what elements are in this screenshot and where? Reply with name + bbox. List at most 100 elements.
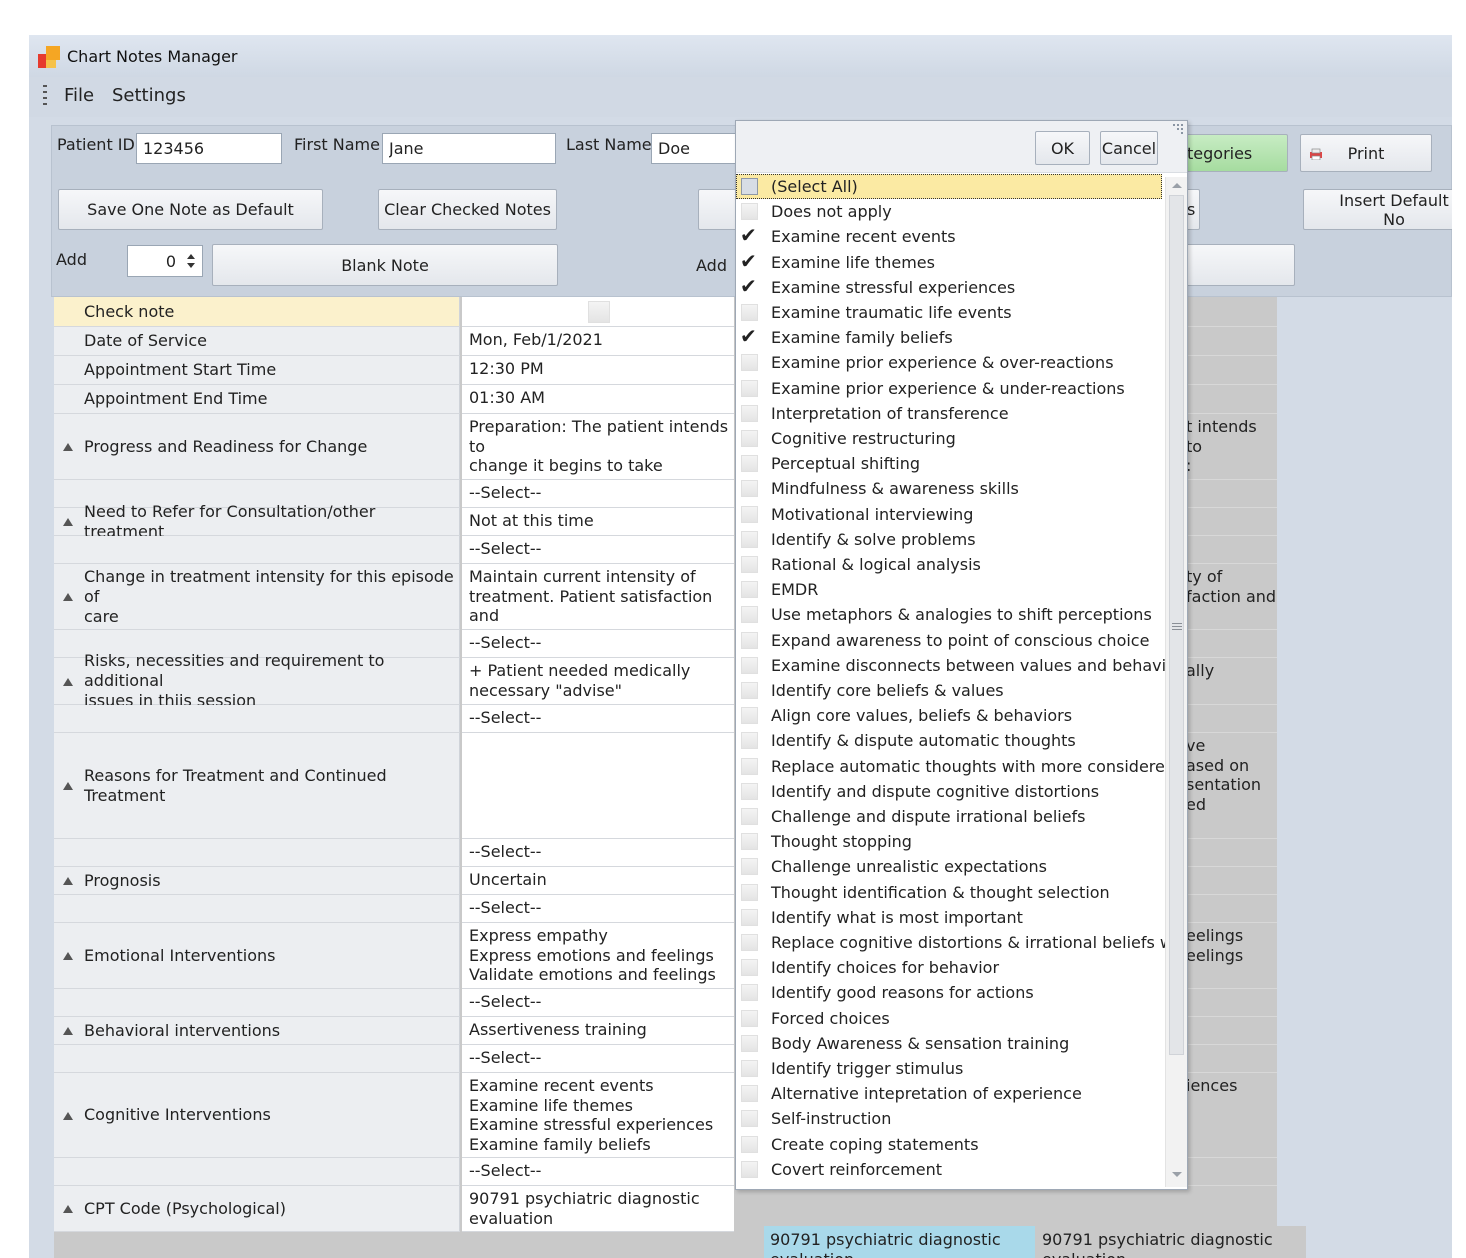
option-checkbox[interactable] [741, 782, 758, 800]
stepper-arrows-icon[interactable] [186, 251, 196, 271]
option-checkbox[interactable] [741, 203, 758, 221]
expand-triangle-icon[interactable] [63, 952, 73, 960]
checkmark-icon[interactable]: ✔ [740, 326, 757, 346]
option-item[interactable]: Thought identification & thought selecti… [736, 880, 1162, 905]
row-value-cell[interactable]: --Select-- [462, 839, 734, 867]
option-checkbox[interactable] [741, 908, 758, 926]
option-checkbox[interactable] [741, 1034, 758, 1052]
save-default-note-button[interactable]: Save One Note as Default [58, 189, 323, 230]
row-value-cell[interactable] [462, 297, 734, 327]
option-item[interactable]: Challenge and dispute irrational beliefs [736, 804, 1162, 829]
option-checkbox[interactable] [741, 808, 758, 825]
expand-triangle-icon[interactable] [63, 443, 73, 451]
option-item[interactable]: Interpretation of transference [736, 401, 1162, 426]
insert-default-note-button[interactable]: Insert Default No [1303, 189, 1452, 230]
option-checkbox[interactable] [741, 883, 758, 901]
option-item[interactable]: Examine prior experience & under-reactio… [736, 376, 1162, 401]
option-item[interactable]: Expand awareness to point of conscious c… [736, 628, 1162, 653]
option-checkbox[interactable] [741, 1135, 758, 1153]
option-item[interactable]: (Select All) [736, 174, 1162, 200]
option-checkbox[interactable] [741, 682, 758, 699]
row-value-cell[interactable]: --Select-- [462, 895, 734, 923]
patient-id-input[interactable] [136, 133, 282, 164]
option-checkbox[interactable] [741, 1060, 758, 1077]
option-item[interactable]: Identify and dispute cognitive distortio… [736, 779, 1162, 804]
scroll-thumb[interactable] [1169, 195, 1184, 1055]
row-value-cell[interactable]: --Select-- [462, 705, 734, 733]
add-count-stepper[interactable]: 0 [127, 245, 203, 277]
expand-triangle-icon[interactable] [63, 518, 73, 526]
option-checkbox[interactable] [741, 304, 758, 321]
option-checkbox[interactable] [741, 556, 758, 573]
row-value-cell[interactable]: Not at this time [462, 508, 734, 536]
row-value-cell[interactable]: Maintain current intensity of treatment.… [462, 564, 734, 630]
option-checkbox[interactable] [741, 1009, 758, 1027]
row-value-cell[interactable]: Express empathy Express emotions and fee… [462, 923, 734, 989]
expand-triangle-icon[interactable] [63, 1205, 73, 1213]
option-checkbox[interactable] [741, 984, 758, 1002]
option-checkbox[interactable] [741, 757, 758, 775]
option-item[interactable]: Body Awareness & sensation training [736, 1031, 1162, 1056]
option-checkbox[interactable] [741, 732, 758, 750]
row-value-cell[interactable]: --Select-- [462, 989, 734, 1017]
row-value-cell[interactable] [462, 733, 734, 839]
option-item[interactable]: Examine traumatic life events [736, 300, 1162, 325]
option-item[interactable]: ✔ Examine stressful experiences [736, 275, 1162, 300]
option-item[interactable]: Does not apply [736, 199, 1162, 224]
check-note-checkbox[interactable] [588, 301, 610, 323]
option-checkbox[interactable] [741, 1160, 758, 1178]
expand-triangle-icon[interactable] [63, 1111, 73, 1120]
option-item[interactable]: Examine disconnects between values and b… [736, 653, 1182, 678]
option-item[interactable]: Cognitive restructuring [736, 426, 1162, 451]
blank-note-button[interactable]: Blank Note [212, 244, 558, 286]
option-item[interactable]: Create coping statements [736, 1132, 1162, 1157]
option-checkbox[interactable] [741, 178, 758, 195]
option-item[interactable]: ✔ Examine recent events [736, 224, 1162, 249]
row-value-cell[interactable]: Mon, Feb/1/2021 [462, 327, 734, 356]
option-item[interactable]: Examine prior experience & over-reaction… [736, 350, 1162, 375]
row-value-cell[interactable]: Preparation: The patient intends to chan… [462, 414, 734, 480]
clear-checked-notes-button[interactable]: Clear Checked Notes [378, 189, 557, 230]
option-checkbox[interactable] [741, 606, 758, 624]
option-checkbox[interactable] [741, 858, 758, 876]
option-item[interactable]: Replace cognitive distortions & irration… [736, 930, 1187, 955]
option-item[interactable]: Identify good reasons for actions [736, 980, 1162, 1005]
option-item[interactable]: Identify & solve problems [736, 527, 1162, 552]
option-item[interactable]: Forced choices [736, 1006, 1162, 1031]
option-checkbox[interactable] [741, 354, 758, 372]
resize-grip-icon[interactable] [1172, 123, 1184, 135]
menu-file[interactable]: File [64, 85, 94, 106]
cpt-code-cell-selected[interactable]: 90791 psychiatric diagnostic evaluation [764, 1226, 1035, 1258]
row-value-cell[interactable]: 01:30 AM [462, 385, 734, 414]
option-item[interactable]: Identify what is most important [736, 905, 1162, 930]
row-value-cell[interactable]: Assertiveness training [462, 1017, 734, 1045]
option-item[interactable]: Mindfulness & awareness skills [736, 476, 1162, 501]
print-button[interactable]: Print [1300, 134, 1432, 172]
option-checkbox[interactable] [741, 379, 758, 397]
option-item[interactable]: ✔ Examine family beliefs [736, 325, 1162, 350]
option-item[interactable]: Replace automatic thoughts with more con… [736, 754, 1187, 779]
expand-triangle-icon[interactable] [63, 877, 73, 885]
checkmark-icon[interactable]: ✔ [740, 276, 757, 296]
option-item[interactable]: Identify trigger stimulus [736, 1056, 1162, 1081]
option-checkbox[interactable] [741, 455, 758, 473]
option-checkbox[interactable] [741, 530, 758, 548]
row-value-cell[interactable]: --Select-- [462, 630, 734, 658]
option-item[interactable]: Perceptual shifting [736, 451, 1162, 476]
option-checkbox[interactable] [741, 833, 758, 851]
option-item[interactable]: Self-instruction [736, 1106, 1162, 1131]
row-value-cell[interactable]: 90791 psychiatric diagnostic evaluation [462, 1186, 734, 1232]
option-item[interactable]: Alternative intepretation of experience [736, 1081, 1162, 1106]
list-scrollbar[interactable] [1165, 177, 1187, 1187]
option-checkbox[interactable] [741, 480, 758, 498]
option-item[interactable]: Identify choices for behavior [736, 955, 1162, 980]
option-checkbox[interactable] [741, 656, 758, 674]
option-item[interactable]: ✔ Examine life themes [736, 250, 1162, 275]
option-checkbox[interactable] [741, 505, 758, 523]
option-checkbox[interactable] [741, 430, 758, 447]
option-item[interactable]: Challenge unrealistic expectations [736, 854, 1162, 879]
option-checkbox[interactable] [741, 1085, 758, 1103]
row-value-cell[interactable]: --Select-- [462, 480, 734, 508]
row-value-cell[interactable]: + Patient needed medically necessary "ad… [462, 658, 734, 705]
option-item[interactable]: Motivational interviewing [736, 502, 1162, 527]
